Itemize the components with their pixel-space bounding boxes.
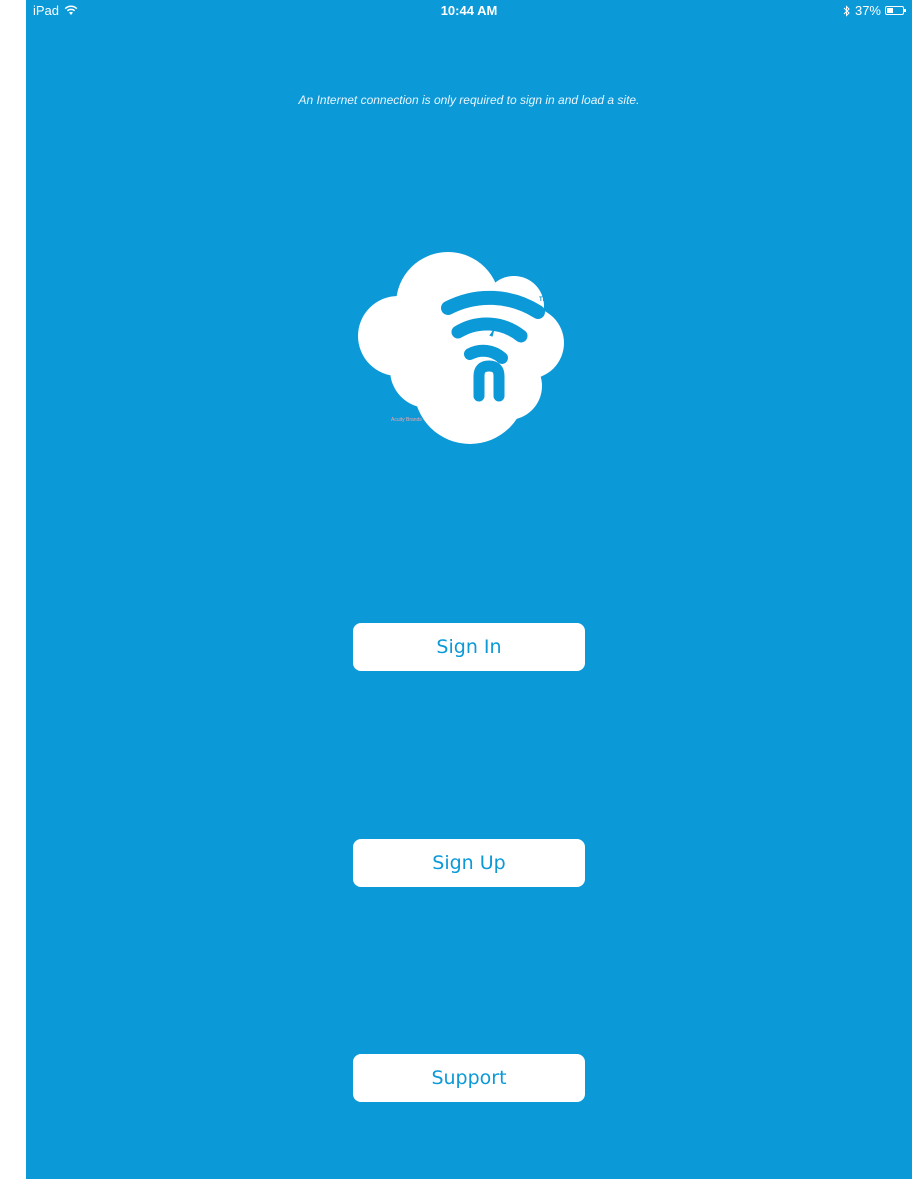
brand-label: Acuity Brands: [391, 417, 422, 423]
battery-percent: 37%: [854, 3, 881, 18]
app-screen: iPad 10:44 AM 37% An Internet connection…: [26, 0, 912, 1179]
status-bar: iPad 10:44 AM 37%: [26, 0, 912, 22]
cloud-wifi-logo: TM Acuity Brands: [358, 248, 574, 448]
sign-up-button[interactable]: Sign Up: [353, 839, 585, 887]
battery-fill: [887, 8, 893, 13]
status-time: 10:44 AM: [440, 3, 498, 18]
sign-in-button[interactable]: Sign In: [353, 623, 585, 671]
status-right: 37%: [843, 3, 906, 18]
support-button[interactable]: Support: [353, 1054, 585, 1102]
battery-tip: [904, 9, 906, 12]
battery-icon: [885, 6, 906, 15]
trademark-mark: TM: [539, 297, 548, 303]
connection-notice: An Internet connection is only required …: [298, 93, 640, 107]
bluetooth-icon: [843, 4, 850, 17]
